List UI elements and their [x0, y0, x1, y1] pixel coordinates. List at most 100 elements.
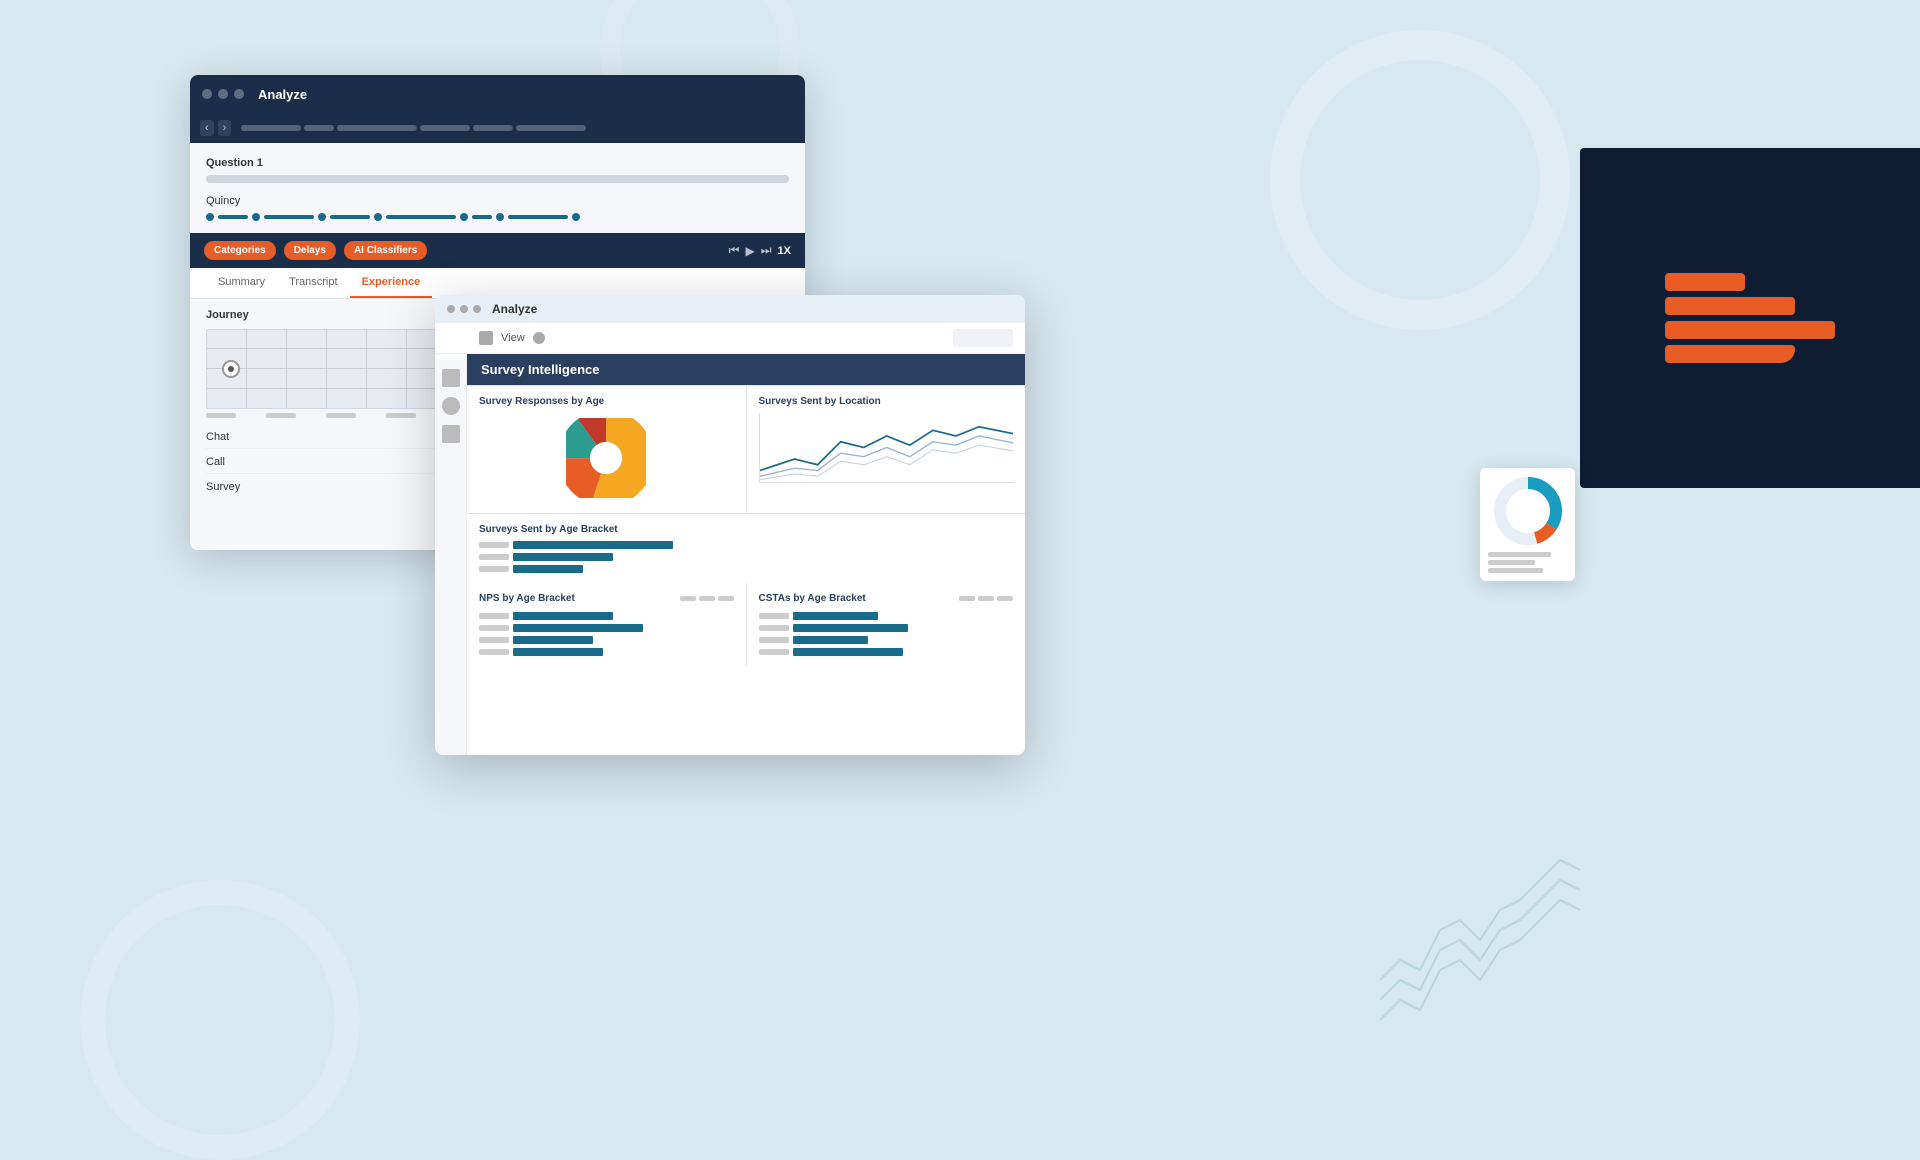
bg-arc-1 — [1270, 30, 1570, 330]
categories-button[interactable]: Categories — [204, 241, 276, 260]
traffic-light-3 — [234, 89, 244, 99]
cstas-bar-2 — [759, 624, 1014, 632]
filter-toolbar: Categories Delays AI Classifiers ⏮ ▶ ⏭ 1… — [190, 233, 805, 268]
bar-row-2 — [479, 553, 1013, 561]
tab-summary[interactable]: Summary — [206, 268, 277, 298]
tl-bar-6 — [508, 215, 568, 219]
back-button[interactable]: ‹ — [200, 120, 214, 136]
survey-header-title: Survey Intelligence — [481, 362, 600, 377]
crumb-1 — [241, 125, 301, 131]
bar-chart-age-bracket — [479, 541, 1013, 573]
nps-bl-2 — [479, 625, 509, 631]
bar-label-1 — [479, 542, 509, 548]
nps-card-header: NPS by Age Bracket — [479, 593, 734, 604]
speed-label[interactable]: 1X — [778, 245, 791, 257]
nps-bar-4 — [479, 648, 734, 656]
survey-intelligence-window: Analyze View Survey Intelligence Survey … — [435, 295, 1025, 755]
sidebar-icon-3[interactable] — [442, 425, 460, 443]
forward-button[interactable]: › — [218, 120, 232, 136]
card-cstas: CSTAs by Age Bracket — [747, 583, 1026, 666]
tl-dot-4 — [374, 213, 382, 221]
donut-card — [1480, 468, 1575, 581]
line-chart-svg — [760, 413, 1014, 482]
bar-label-3 — [479, 566, 509, 572]
link-icon[interactable] — [533, 332, 545, 344]
tl-dot-3 — [318, 213, 326, 221]
quincy-label: Quincy — [206, 195, 789, 207]
cstas-bf-3 — [793, 636, 868, 644]
tl-dot-5 — [460, 213, 468, 221]
navbar-1: ‹ › — [190, 113, 805, 143]
cstas-bf-1 — [793, 612, 878, 620]
survey-titlebar: Analyze — [435, 295, 1025, 323]
tl-dot-2 — [252, 213, 260, 221]
delays-button[interactable]: Delays — [284, 241, 336, 260]
bar-row-1 — [479, 541, 1013, 549]
cstas-bar-3 — [759, 636, 1014, 644]
card-3-title: Surveys Sent by Age Bracket — [479, 524, 1013, 535]
cstas-title: CSTAs by Age Bracket — [759, 593, 866, 604]
cursor-inner — [228, 366, 234, 372]
nps-bf-1 — [513, 612, 613, 620]
sidebar-icon-2[interactable] — [442, 397, 460, 415]
crumb-3 — [337, 125, 417, 131]
cstas-bf-2 — [793, 624, 908, 632]
tl-dot-7 — [572, 213, 580, 221]
tl-bar-4 — [386, 215, 456, 219]
crumb-2 — [304, 125, 334, 131]
card-surveys-sent-by-location: Surveys Sent by Location — [747, 386, 1026, 513]
survey-window-title: Analyze — [492, 302, 537, 316]
fast-forward-button[interactable]: ⏭ — [761, 243, 772, 258]
nps-dots — [680, 596, 734, 601]
window-title-1: Analyze — [258, 87, 307, 102]
nps-bar-1 — [479, 612, 734, 620]
nps-dot-1 — [680, 596, 696, 601]
ai-classifiers-button[interactable]: AI Classifiers — [344, 241, 427, 260]
toolbar-grid-icon — [479, 331, 493, 345]
survey-dot-1 — [447, 305, 455, 313]
tab-experience[interactable]: Experience — [350, 268, 433, 298]
dashboard-grid-bottom: NPS by Age Bracket — [467, 583, 1025, 666]
tl-bar-2 — [264, 215, 314, 219]
card-nps: NPS by Age Bracket — [467, 583, 746, 666]
view-button[interactable]: View — [501, 332, 525, 344]
cstas-bl-1 — [759, 613, 789, 619]
donut-chart-svg — [1493, 476, 1563, 546]
audio-timeline — [206, 213, 789, 221]
nps-title: NPS by Age Bracket — [479, 593, 575, 604]
nps-bl-4 — [479, 649, 509, 655]
journey-cursor — [222, 360, 240, 378]
nps-bar-2 — [479, 624, 734, 632]
card-surveys-by-age-bracket: Surveys Sent by Age Bracket — [467, 513, 1025, 583]
titlebar-1: Analyze — [190, 75, 805, 113]
bar-label-2 — [479, 554, 509, 560]
survey-header-bar: Survey Intelligence — [467, 354, 1025, 385]
toolbar-search[interactable] — [953, 329, 1013, 347]
playback-controls: ⏮ ▶ ⏭ 1X — [729, 243, 791, 258]
logo-bar-1 — [1665, 273, 1745, 291]
cstas-bf-4 — [793, 648, 903, 656]
card-1-title: Survey Responses by Age — [479, 396, 734, 407]
cstas-bl-3 — [759, 637, 789, 643]
cstas-bars — [759, 612, 1014, 656]
tl-bar-5 — [472, 215, 492, 219]
tl-bar-1 — [218, 215, 248, 219]
donut-legend-1 — [1488, 552, 1551, 557]
cstas-bl-4 — [759, 649, 789, 655]
card-2-title: Surveys Sent by Location — [759, 396, 1014, 407]
cstas-dot-3 — [997, 596, 1013, 601]
tab-transcript[interactable]: Transcript — [277, 268, 350, 298]
tl-dot-1 — [206, 213, 214, 221]
logo-bar-3 — [1665, 321, 1835, 339]
question-label: Question 1 — [206, 157, 789, 169]
survey-dot-2 — [460, 305, 468, 313]
rewind-button[interactable]: ⏮ — [729, 243, 740, 258]
cstas-dots — [959, 596, 1013, 601]
donut-legend-2 — [1488, 560, 1535, 565]
nps-dot-3 — [718, 596, 734, 601]
cstas-bar-4 — [759, 648, 1014, 656]
crumb-4 — [420, 125, 470, 131]
play-button[interactable]: ▶ — [745, 244, 754, 258]
question-input[interactable] — [206, 175, 789, 183]
sidebar-icon-1[interactable] — [442, 369, 460, 387]
